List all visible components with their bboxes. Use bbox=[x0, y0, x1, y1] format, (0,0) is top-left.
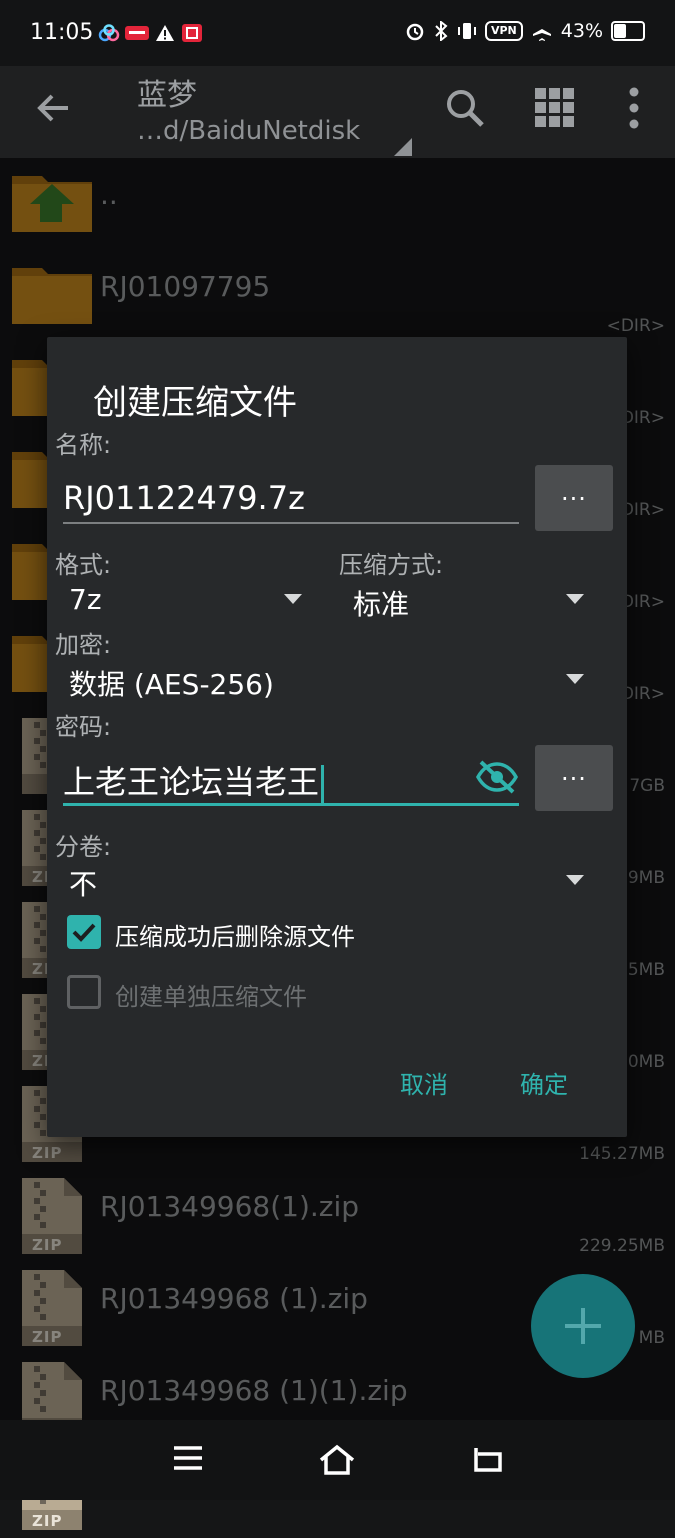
path-dropdown-icon[interactable] bbox=[394, 138, 412, 156]
dialog-title: 创建压缩文件 bbox=[93, 383, 297, 423]
file-name: .. bbox=[100, 178, 118, 211]
bluetooth-icon bbox=[435, 21, 448, 41]
file-meta: DIR> bbox=[620, 684, 665, 704]
visibility-off-icon[interactable] bbox=[475, 759, 519, 795]
current-path[interactable]: …d/BaiduNetdisk bbox=[137, 116, 360, 146]
file-meta: DIR> bbox=[620, 500, 665, 520]
vibrate-icon bbox=[457, 23, 476, 39]
status-right: VPN 43% bbox=[405, 20, 645, 42]
password-input-underline bbox=[63, 803, 519, 806]
file-name: RJ01349968 (1)(1).zip bbox=[100, 1374, 408, 1407]
browse-name-button[interactable]: ... bbox=[535, 465, 613, 531]
warning-icon bbox=[156, 25, 174, 41]
zip-badge: ZIP bbox=[32, 1328, 63, 1346]
name-label: 名称: bbox=[55, 431, 112, 459]
zip-badge: ZIP bbox=[32, 1236, 63, 1254]
cancel-button[interactable]: 取消 bbox=[400, 1065, 448, 1100]
delete-source-label[interactable]: 压缩成功后删除源文件 bbox=[115, 917, 355, 952]
file-meta: 0MB bbox=[627, 1052, 665, 1072]
vpn-badge: VPN bbox=[484, 21, 523, 41]
split-dropdown-icon[interactable] bbox=[566, 875, 584, 885]
battery-icon bbox=[611, 21, 645, 41]
zip-badge: ZIP bbox=[32, 1144, 63, 1162]
method-dropdown-icon[interactable] bbox=[566, 594, 584, 604]
home-icon[interactable] bbox=[318, 1444, 356, 1476]
split-volume-select[interactable]: 不 bbox=[69, 863, 97, 903]
parent-folder-icon bbox=[12, 176, 92, 232]
encryption-dropdown-icon[interactable] bbox=[566, 674, 584, 684]
battery-percent: 43% bbox=[560, 20, 603, 42]
status-bar: 11:05 VPN 43% bbox=[0, 0, 675, 66]
file-row[interactable]: .. bbox=[0, 158, 675, 250]
delete-source-checkbox[interactable] bbox=[67, 915, 101, 949]
password-value: 上老王论坛当老王 bbox=[63, 763, 320, 801]
file-meta: 7GB bbox=[629, 776, 665, 796]
menu-icon[interactable] bbox=[172, 1444, 204, 1472]
archive-name-input[interactable]: RJ01122479.7z bbox=[63, 479, 305, 517]
file-row[interactable]: ZIP RJ01349968(1).zip 229.25MB bbox=[0, 1170, 675, 1262]
file-meta: 229.25MB bbox=[579, 1236, 665, 1256]
file-name: RJ01097795 bbox=[100, 270, 271, 303]
system-nav-bar bbox=[0, 1420, 675, 1500]
ok-button[interactable]: 确定 bbox=[520, 1065, 568, 1100]
file-meta: <DIR> bbox=[606, 316, 665, 336]
compression-method-select[interactable]: 标准 bbox=[353, 583, 409, 623]
airplane-mode-icon bbox=[532, 22, 551, 41]
zip-badge: ZIP bbox=[32, 1512, 63, 1530]
file-meta: DIR> bbox=[620, 592, 665, 612]
check-icon bbox=[72, 923, 96, 942]
format-label: 格式: bbox=[55, 551, 112, 579]
file-meta: 9MB bbox=[627, 868, 665, 888]
folder-title: 蓝梦 bbox=[137, 78, 197, 113]
file-name: RJ01349968(1).zip bbox=[100, 1190, 360, 1223]
password-options-button[interactable]: ... bbox=[535, 745, 613, 811]
encryption-label: 加密: bbox=[55, 631, 112, 659]
search-icon[interactable] bbox=[443, 86, 487, 130]
more-options-icon[interactable] bbox=[612, 86, 656, 130]
store-app-icon bbox=[182, 24, 202, 42]
alarm-icon bbox=[406, 23, 424, 41]
shop-app-icon bbox=[125, 26, 149, 40]
separate-archive-label[interactable]: 创建单独压缩文件 bbox=[115, 977, 307, 1012]
file-row[interactable]: RJ01097795 <DIR> bbox=[0, 250, 675, 342]
password-label: 密码: bbox=[55, 713, 112, 741]
text-cursor bbox=[321, 765, 325, 803]
compression-method-label: 压缩方式: bbox=[339, 551, 444, 579]
back-nav-icon[interactable] bbox=[470, 1444, 504, 1474]
file-meta: 145.27MB bbox=[579, 1144, 665, 1164]
name-input-underline bbox=[63, 522, 519, 524]
file-name: RJ01349968 (1).zip bbox=[100, 1282, 368, 1315]
status-time: 11:05 bbox=[30, 20, 94, 45]
back-arrow-icon[interactable] bbox=[34, 88, 74, 128]
folder-icon bbox=[12, 268, 92, 324]
file-meta: MB bbox=[638, 1328, 665, 1348]
add-fab-button[interactable] bbox=[531, 1274, 635, 1378]
split-volume-label: 分卷: bbox=[55, 833, 112, 861]
file-meta: 5MB bbox=[627, 960, 665, 980]
encryption-select[interactable]: 数据 (AES-256) bbox=[69, 663, 274, 703]
cloud-app-icon bbox=[98, 24, 120, 42]
app-bar: 蓝梦 …d/BaiduNetdisk bbox=[0, 66, 675, 158]
password-input[interactable]: 上老王论坛当老王 bbox=[63, 757, 325, 803]
format-dropdown-icon[interactable] bbox=[284, 594, 302, 604]
format-select[interactable]: 7z bbox=[69, 583, 102, 616]
grid-view-icon[interactable] bbox=[533, 86, 577, 130]
separate-archive-checkbox[interactable] bbox=[67, 975, 101, 1009]
create-archive-dialog: 创建压缩文件 名称: RJ01122479.7z ... 格式: 7z 压缩方式… bbox=[47, 337, 627, 1137]
file-meta: DIR> bbox=[620, 408, 665, 428]
